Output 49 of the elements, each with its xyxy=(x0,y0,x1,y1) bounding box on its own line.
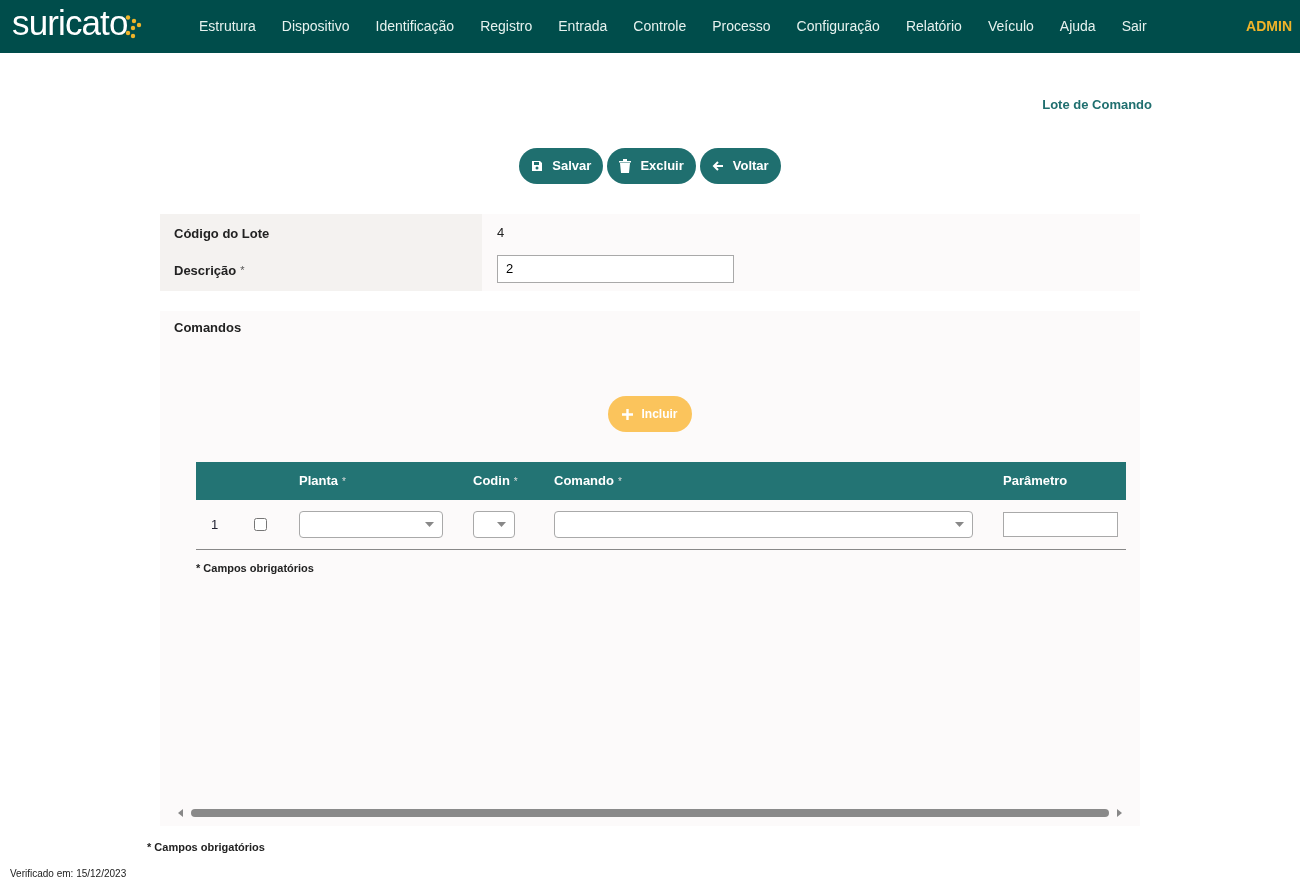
nav-menu-item[interactable]: Estrutura xyxy=(199,16,256,37)
nav-menu-item[interactable]: Controle xyxy=(633,16,687,37)
column-header: Parâmetro xyxy=(1003,472,1068,491)
dropdown-field[interactable] xyxy=(473,511,515,538)
required-fields-note: * Campos obrigatórios xyxy=(147,840,265,853)
delete-button[interactable]: Excluir xyxy=(607,147,696,184)
caret-icon xyxy=(497,522,506,527)
dropdown-field[interactable] xyxy=(299,511,443,538)
field-label: Código do Lote xyxy=(174,224,270,243)
back-button[interactable]: Voltar xyxy=(699,147,781,184)
caret-icon xyxy=(425,522,434,527)
arrow-left-icon xyxy=(711,159,724,172)
column-header: Planta xyxy=(299,472,338,491)
field-label: Descrição xyxy=(174,261,237,280)
nav-menu-item[interactable]: Configuração xyxy=(796,16,880,37)
horizontal-scrollbar[interactable] xyxy=(178,807,1122,818)
logo-text: suricato xyxy=(12,5,128,40)
nav-menu-item[interactable]: Ajuda xyxy=(1059,16,1096,37)
nav-menu-item[interactable]: Identificação xyxy=(375,16,455,37)
required-mark: * xyxy=(342,474,346,489)
row-number: 1 xyxy=(210,515,220,534)
lot-code-value: 4 xyxy=(497,223,506,242)
page-title: Lote de Comando xyxy=(1042,96,1152,114)
user-name[interactable]: ADMIN xyxy=(1246,16,1292,37)
nav-menu-item[interactable]: Relatório xyxy=(905,16,962,37)
required-mark: * xyxy=(617,474,622,489)
caret-icon xyxy=(955,522,964,527)
nav-menu-item[interactable]: Registro xyxy=(480,16,533,37)
scroll-left-icon[interactable] xyxy=(178,808,183,817)
dropdown-field[interactable] xyxy=(554,511,973,538)
required-mark: * xyxy=(513,474,518,489)
scroll-right-icon[interactable] xyxy=(1117,808,1122,817)
nav-menu-item[interactable]: Sair xyxy=(1121,16,1147,37)
description-input[interactable]: 2 xyxy=(497,254,734,283)
required-fields-note: * Campos obrigatórios xyxy=(196,561,315,576)
column-header: Codin xyxy=(473,472,510,491)
column-header: Comando xyxy=(554,472,614,491)
nav-menu-item[interactable]: Entrada xyxy=(558,16,608,37)
parameter-input[interactable] xyxy=(1003,512,1118,537)
verification-date: Verificado em: 15/12/2023 xyxy=(10,867,127,879)
nav-menu-item[interactable]: Veículo xyxy=(987,16,1034,37)
save-button[interactable]: Salvar xyxy=(519,147,604,184)
nav-menu-item[interactable]: Processo xyxy=(712,16,771,37)
section-title: Comandos xyxy=(174,318,243,337)
required-mark: * xyxy=(240,263,245,279)
trash-icon xyxy=(619,158,632,173)
nav-menu-item[interactable]: Dispositivo xyxy=(281,16,350,37)
row-checkbox[interactable] xyxy=(254,518,267,531)
plus-icon xyxy=(622,408,634,420)
